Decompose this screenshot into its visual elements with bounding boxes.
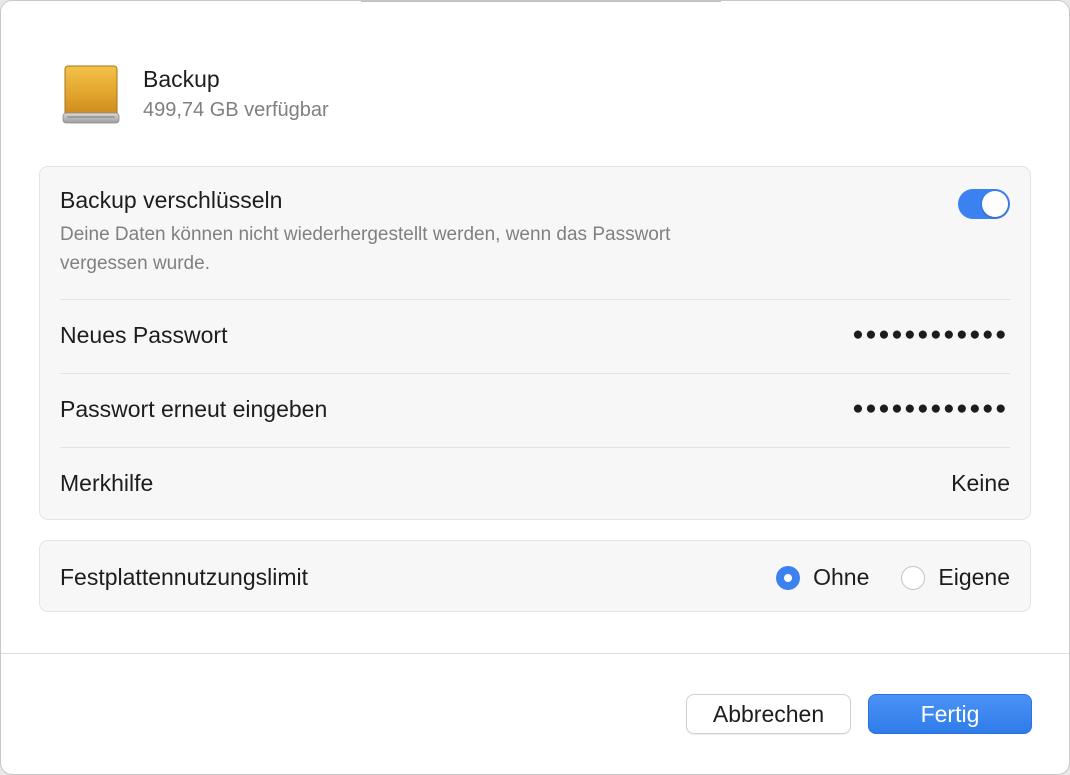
encrypt-description-line1: Deine Daten können nicht wiederhergestel…	[60, 224, 671, 245]
encrypt-title: Backup verschlüsseln	[60, 187, 283, 213]
encryption-panel: Backup verschlüsseln Deine Daten können …	[39, 166, 1031, 520]
hint-field[interactable]: Keine	[951, 470, 1010, 497]
disk-limit-panel: Festplattennutzungslimit Ohne Eigene	[39, 540, 1031, 612]
divider	[60, 447, 1010, 448]
done-button[interactable]: Fertig	[868, 694, 1032, 734]
radio-option-none[interactable]: Ohne	[776, 564, 869, 591]
confirm-password-row: Passwort erneut eingeben ●●●●●●●●●●●●	[60, 396, 1010, 426]
radio-selected-icon[interactable]	[776, 565, 801, 590]
encrypt-toggle[interactable]	[958, 189, 1010, 219]
external-drive-icon	[59, 63, 123, 127]
encrypt-row: Backup verschlüsseln Deine Daten können …	[60, 187, 1010, 278]
drive-available-space: 499,74 GB verfügbar	[143, 99, 329, 121]
radio-label-custom: Eigene	[938, 564, 1010, 590]
divider	[60, 373, 1010, 374]
drive-info: Backup 499,74 GB verfügbar	[143, 65, 329, 124]
hint-label: Merkhilfe	[60, 470, 154, 496]
disk-limit-row: Festplattennutzungslimit Ohne Eigene	[60, 564, 1010, 592]
drive-header: Backup 499,74 GB verfügbar	[59, 63, 329, 127]
new-password-row: Neues Passwort ●●●●●●●●●●●●	[60, 322, 1010, 352]
toggle-knob	[982, 191, 1008, 217]
drive-name: Backup	[143, 66, 220, 92]
confirm-password-field[interactable]: ●●●●●●●●●●●●	[852, 398, 1008, 420]
window-edge	[361, 1, 721, 2]
backup-options-dialog: Backup 499,74 GB verfügbar Backup versch…	[0, 0, 1070, 775]
footer-divider	[1, 653, 1069, 654]
hint-row: Merkhilfe Keine	[60, 470, 1010, 500]
radio-option-custom[interactable]: Eigene	[901, 564, 1010, 591]
divider	[60, 299, 1010, 300]
new-password-field[interactable]: ●●●●●●●●●●●●	[852, 324, 1008, 346]
radio-unselected-icon[interactable]	[901, 565, 926, 590]
radio-label-none: Ohne	[813, 564, 870, 590]
cancel-button[interactable]: Abbrechen	[686, 694, 851, 734]
encrypt-description-line2: vergessen wurde.	[60, 253, 210, 274]
disk-limit-radio-group: Ohne Eigene	[776, 564, 1010, 591]
